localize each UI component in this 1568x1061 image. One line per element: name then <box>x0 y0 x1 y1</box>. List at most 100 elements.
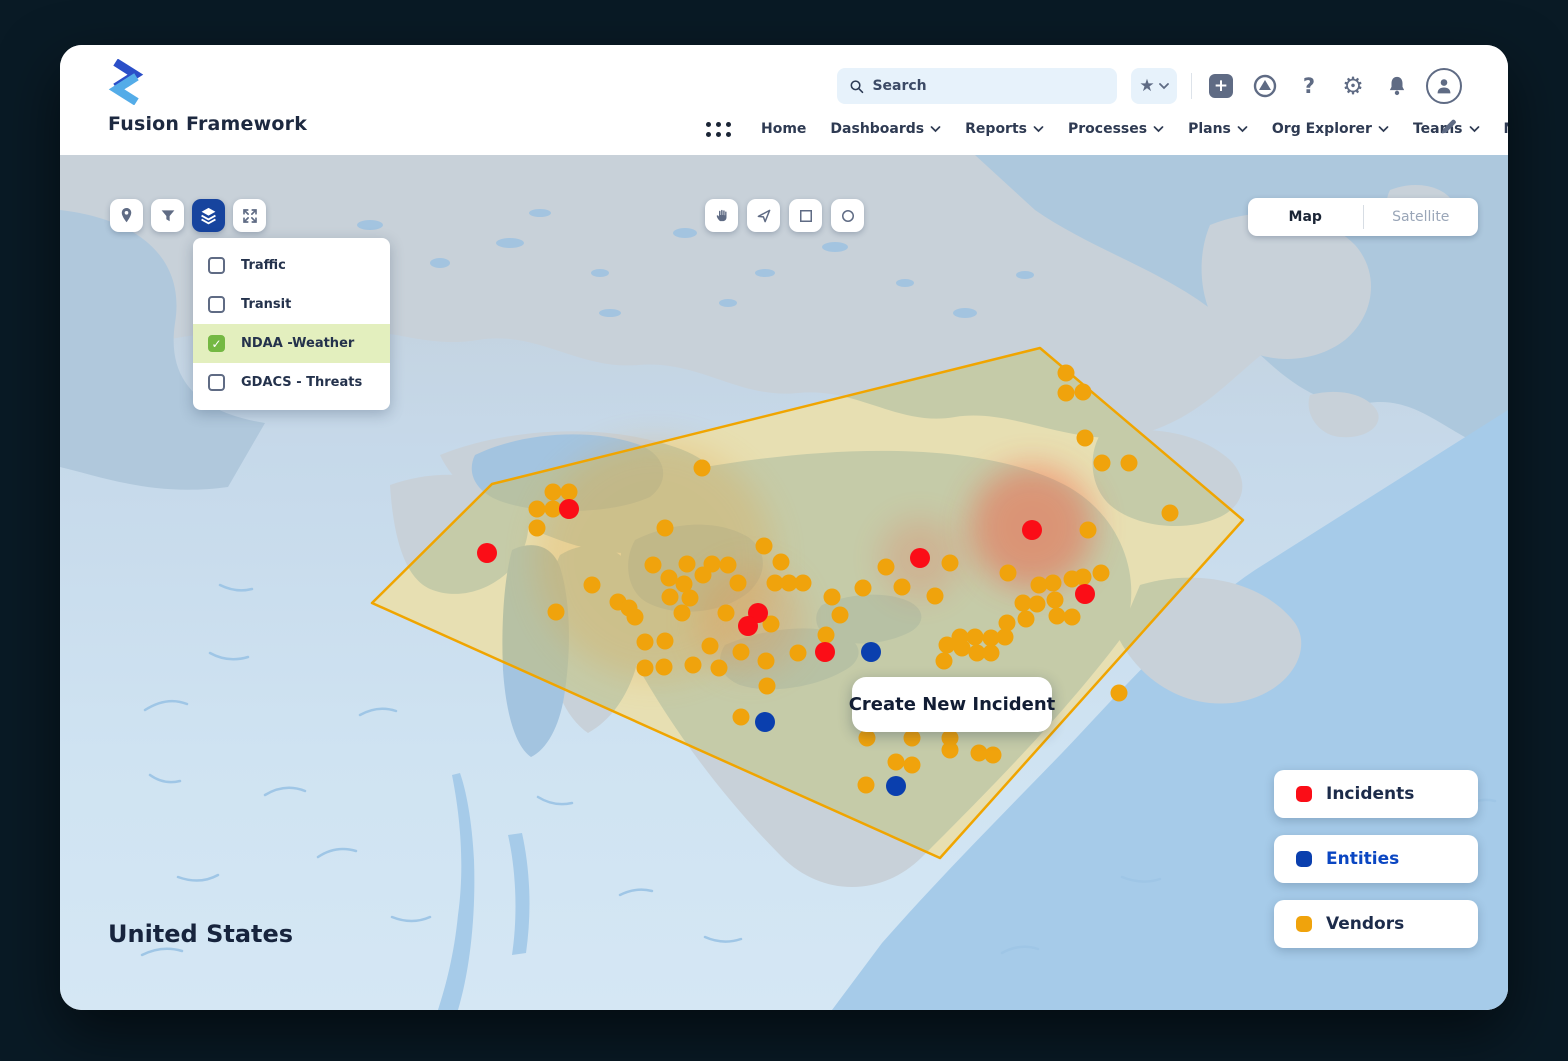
checkbox-unchecked-icon[interactable] <box>208 296 225 313</box>
map-marker-vendor[interactable] <box>795 575 812 592</box>
map-marker-vendor[interactable] <box>1121 455 1138 472</box>
map-marker-vendor[interactable] <box>545 484 562 501</box>
notifications-button[interactable] <box>1382 71 1412 101</box>
map-marker-vendor[interactable] <box>1018 611 1035 628</box>
nav-item-dashboards[interactable]: Dashboards <box>830 121 941 137</box>
nav-item-home[interactable]: Home <box>761 121 806 137</box>
map-marker-vendor[interactable] <box>1064 609 1081 626</box>
map-marker-vendor[interactable] <box>773 554 790 571</box>
map-marker-vendor[interactable] <box>1077 430 1094 447</box>
map-marker-vendor[interactable] <box>529 501 546 518</box>
edit-button[interactable] <box>1438 115 1460 141</box>
map-marker-vendor[interactable] <box>695 567 712 584</box>
map-marker-vendor[interactable] <box>942 742 959 759</box>
map-marker-vendor[interactable] <box>682 590 699 607</box>
map-marker-vendor[interactable] <box>584 577 601 594</box>
checkbox-checked-icon[interactable]: ✓ <box>208 335 225 352</box>
map-marker-vendor[interactable] <box>904 757 921 774</box>
support-button[interactable] <box>1250 71 1280 101</box>
search-box[interactable] <box>837 68 1117 104</box>
map-marker-incident[interactable] <box>738 616 758 636</box>
map-marker-vendor[interactable] <box>939 637 956 654</box>
nav-item-reports[interactable]: Reports <box>965 121 1044 137</box>
map-marker-vendor[interactable] <box>720 557 737 574</box>
map-marker-vendor[interactable] <box>983 645 1000 662</box>
map-marker-vendor[interactable] <box>1094 455 1111 472</box>
map-marker-vendor[interactable] <box>730 575 747 592</box>
favorites-button[interactable]: ★ <box>1131 68 1177 104</box>
map-marker-vendor[interactable] <box>790 645 807 662</box>
select-cursor-button[interactable] <box>747 199 780 232</box>
add-button[interactable]: + <box>1206 71 1236 101</box>
map-marker-vendor[interactable] <box>859 730 876 747</box>
location-pin-button[interactable] <box>110 199 143 232</box>
nav-item-more[interactable]: More <box>1504 121 1509 137</box>
map-marker-incident[interactable] <box>1022 520 1042 540</box>
settings-button[interactable]: ⚙ <box>1338 71 1368 101</box>
map-marker-entity[interactable] <box>886 776 906 796</box>
map-marker-vendor[interactable] <box>824 589 841 606</box>
map-marker-vendor[interactable] <box>529 520 546 537</box>
map-marker-vendor[interactable] <box>545 501 562 518</box>
draw-circle-button[interactable] <box>831 199 864 232</box>
help-button[interactable]: ? <box>1294 71 1324 101</box>
map-marker-vendor[interactable] <box>759 678 776 695</box>
map-marker-incident[interactable] <box>1075 584 1095 604</box>
map-marker-vendor[interactable] <box>661 570 678 587</box>
map-marker-vendor[interactable] <box>985 747 1002 764</box>
map-marker-vendor[interactable] <box>936 653 953 670</box>
map-marker-vendor[interactable] <box>637 634 654 651</box>
map-marker-vendor[interactable] <box>1111 685 1128 702</box>
map-marker-entity[interactable] <box>861 642 881 662</box>
map-marker-vendor[interactable] <box>1162 505 1179 522</box>
map-marker-incident[interactable] <box>477 543 497 563</box>
expand-button[interactable] <box>233 199 266 232</box>
account-button[interactable] <box>1426 68 1462 104</box>
map-marker-vendor[interactable] <box>637 660 654 677</box>
map-marker-vendor[interactable] <box>967 629 984 646</box>
nav-item-plans[interactable]: Plans <box>1188 121 1248 137</box>
map-marker-vendor[interactable] <box>927 588 944 605</box>
map-marker-vendor[interactable] <box>1075 569 1092 586</box>
map-marker-incident[interactable] <box>559 499 579 519</box>
map-marker-vendor[interactable] <box>1029 596 1046 613</box>
map-marker-vendor[interactable] <box>888 754 905 771</box>
map-marker-vendor[interactable] <box>679 556 696 573</box>
map-marker-incident[interactable] <box>910 548 930 568</box>
map-marker-vendor[interactable] <box>758 653 775 670</box>
map-marker-vendor[interactable] <box>657 633 674 650</box>
map-marker-vendor[interactable] <box>711 660 728 677</box>
map-marker-vendor[interactable] <box>1049 608 1066 625</box>
layer-option-ndaa-weather[interactable]: ✓NDAA -Weather <box>193 324 390 363</box>
map-marker-vendor[interactable] <box>1075 384 1092 401</box>
map-marker-vendor[interactable] <box>1058 385 1075 402</box>
map-marker-vendor[interactable] <box>858 777 875 794</box>
map-marker-vendor[interactable] <box>1000 565 1017 582</box>
map-marker-vendor[interactable] <box>662 589 679 606</box>
search-input[interactable] <box>872 78 1105 94</box>
legend-card-vendors[interactable]: Vendors <box>1274 900 1478 948</box>
map-marker-vendor[interactable] <box>894 579 911 596</box>
map-marker-vendor[interactable] <box>1047 592 1064 609</box>
checkbox-unchecked-icon[interactable] <box>208 257 225 274</box>
map-marker-vendor[interactable] <box>1058 365 1075 382</box>
layer-option-traffic[interactable]: Traffic <box>193 246 390 285</box>
draw-rectangle-button[interactable] <box>789 199 822 232</box>
map-marker-vendor[interactable] <box>1093 565 1110 582</box>
map-marker-vendor[interactable] <box>657 520 674 537</box>
map-marker-vendor[interactable] <box>878 559 895 576</box>
map-marker-vendor[interactable] <box>904 730 921 747</box>
map-marker-vendor[interactable] <box>656 659 673 676</box>
map-marker-entity[interactable] <box>755 712 775 732</box>
map-marker-vendor[interactable] <box>756 538 773 555</box>
map-type-satellite[interactable]: Satellite <box>1364 209 1479 225</box>
nav-item-processes[interactable]: Processes <box>1068 121 1164 137</box>
map-area[interactable]: TrafficTransit✓NDAA -WeatherGDACS - Thre… <box>60 155 1508 1010</box>
map-marker-vendor[interactable] <box>561 484 578 501</box>
map-marker-vendor[interactable] <box>818 627 835 644</box>
map-marker-vendor[interactable] <box>954 640 971 657</box>
map-marker-incident[interactable] <box>815 642 835 662</box>
map-marker-vendor[interactable] <box>718 605 735 622</box>
map-marker-vendor[interactable] <box>685 657 702 674</box>
map-marker-vendor[interactable] <box>645 557 662 574</box>
